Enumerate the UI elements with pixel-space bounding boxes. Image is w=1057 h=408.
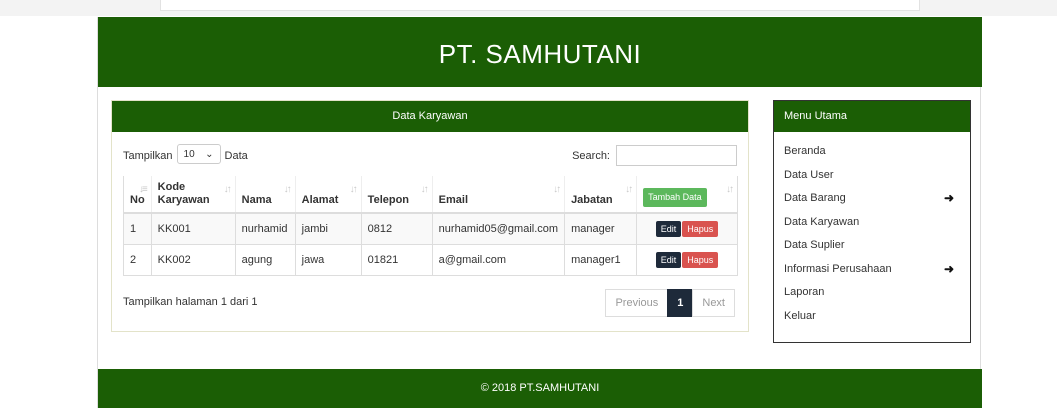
arrow-right-icon: ➜	[943, 191, 954, 205]
cell-jabatan: manager	[564, 212, 638, 245]
pagination: Previous 1 Next	[605, 289, 735, 317]
sidebar-item-beranda[interactable]: Beranda	[784, 143, 960, 167]
cell-nama: agung	[234, 243, 296, 276]
sidebar-item-data-karyawan[interactable]: Data Karyawan	[784, 214, 960, 238]
page-1-button[interactable]: 1	[667, 289, 694, 317]
top-bar-inner	[160, 0, 920, 11]
table-header-row: ↓≡ No ↓↑ Kode Karyawan ↓↑ Nama ↓↑ Alamat ↓↑ T…	[123, 176, 738, 214]
search-input[interactable]	[616, 145, 737, 166]
search-label: Search:	[572, 149, 610, 162]
next-page-button[interactable]: Next	[692, 289, 735, 317]
column-header-no[interactable]: ↓≡ No	[123, 176, 152, 214]
karyawan-table: ↓≡ No ↓↑ Kode Karyawan ↓↑ Nama ↓↑ Alamat ↓↑ T…	[123, 176, 738, 276]
pagination-info: Tampilkan halaman 1 dari 1	[123, 296, 258, 308]
sort-icon: ↓↑	[349, 184, 358, 195]
sidebar-item-keluar[interactable]: Keluar	[784, 308, 960, 332]
sort-icon: ↓↑	[553, 184, 561, 195]
cell-actions: Edit Hapus	[636, 212, 738, 245]
cell-actions: Edit Hapus	[636, 243, 738, 276]
delete-button[interactable]: Hapus	[682, 251, 719, 268]
chevron-down-icon: ⌄	[205, 148, 214, 160]
menu-list: Beranda Data User Data Barang ➜ Data Kary…	[774, 132, 970, 331]
arrow-right-icon: ➜	[943, 261, 954, 276]
delete-button[interactable]: Hapus	[682, 220, 719, 237]
browser-top-strip	[0, 0, 1057, 16]
cell-kode: KK002	[150, 243, 236, 276]
show-label: Tampilkan	[123, 150, 173, 162]
data-label: Data	[224, 150, 248, 162]
data-karyawan-panel: Data Karyawan Tampilkan 10 ⌄ Data Search…	[111, 100, 749, 332]
cell-alamat: jawa	[294, 243, 362, 276]
page-length-control: Tampilkan 10 ⌄ Data	[123, 144, 248, 164]
page-length-value: 10	[183, 148, 195, 160]
table-row: 2 KK002 agung jawa 01821 a@gmail.com man…	[123, 243, 738, 276]
cell-no: 1	[123, 212, 152, 245]
sort-icon: ↓↑	[223, 184, 232, 195]
panel-title: Data Karyawan	[112, 101, 748, 132]
sidebar-menu: Menu Utama Beranda Data User Data Barang…	[773, 100, 971, 343]
sidebar-item-data-suplier[interactable]: Data Suplier	[784, 237, 960, 261]
site-header: PT. SAMHUTANI	[98, 17, 982, 87]
sort-asc-icon: ↓≡	[138, 184, 148, 195]
column-header-jabatan[interactable]: ↓↑ Jabatan	[564, 176, 637, 214]
column-header-email[interactable]: ↓↑ Email	[431, 176, 565, 214]
cell-jabatan: manager1	[564, 243, 638, 276]
sort-icon: ↓↑	[420, 184, 429, 195]
sidebar-item-data-barang[interactable]: Data Barang ➜	[784, 190, 960, 214]
column-header-telepon[interactable]: ↓↑ Telepon	[360, 176, 433, 214]
cell-email: a@gmail.com	[431, 243, 566, 276]
sidebar-item-laporan[interactable]: Laporan	[784, 284, 960, 308]
cell-telepon: 0812	[360, 212, 433, 245]
cell-telepon: 01821	[360, 243, 433, 276]
edit-button[interactable]: Edit	[655, 251, 682, 268]
table-row: 1 KK001 nurhamid jambi 0812 nurhamid05@g…	[123, 212, 738, 245]
site-footer: © 2018 PT.SAMHUTANI	[98, 369, 982, 408]
table-controls: Tampilkan 10 ⌄ Data Search:	[123, 144, 737, 167]
previous-page-button[interactable]: Previous	[605, 289, 669, 317]
sort-icon: ↓↑	[283, 184, 292, 195]
cell-alamat: jambi	[294, 212, 362, 245]
sidebar-item-informasi-perusahaan[interactable]: Informasi Perusahaan ➜	[784, 261, 960, 285]
add-data-button[interactable]: Tambah Data	[643, 188, 707, 207]
cell-no: 2	[123, 243, 152, 276]
sort-icon: ↓↑	[625, 184, 633, 195]
cell-email: nurhamid05@gmail.com	[431, 212, 566, 245]
cell-nama: nurhamid	[234, 212, 296, 245]
sidebar-item-data-user[interactable]: Data User	[784, 167, 960, 191]
edit-button[interactable]: Edit	[655, 220, 682, 237]
site-title: PT. SAMHUTANI	[438, 39, 642, 69]
cell-kode: KK001	[150, 212, 236, 245]
page-length-select[interactable]: 10 ⌄	[176, 144, 221, 164]
sort-icon: ↓↑	[726, 184, 734, 195]
column-header-actions: ↓↑ Tambah Data	[636, 176, 738, 214]
column-header-alamat[interactable]: ↓↑ Alamat	[294, 176, 362, 214]
search-control: Search:	[572, 145, 737, 166]
sidebar-title: Menu Utama	[774, 101, 970, 132]
column-header-nama[interactable]: ↓↑ Nama	[234, 176, 296, 214]
column-header-kode[interactable]: ↓↑ Kode Karyawan	[150, 176, 236, 214]
page-container: PT. SAMHUTANI Data Karyawan Tampilkan 10…	[97, 17, 982, 408]
